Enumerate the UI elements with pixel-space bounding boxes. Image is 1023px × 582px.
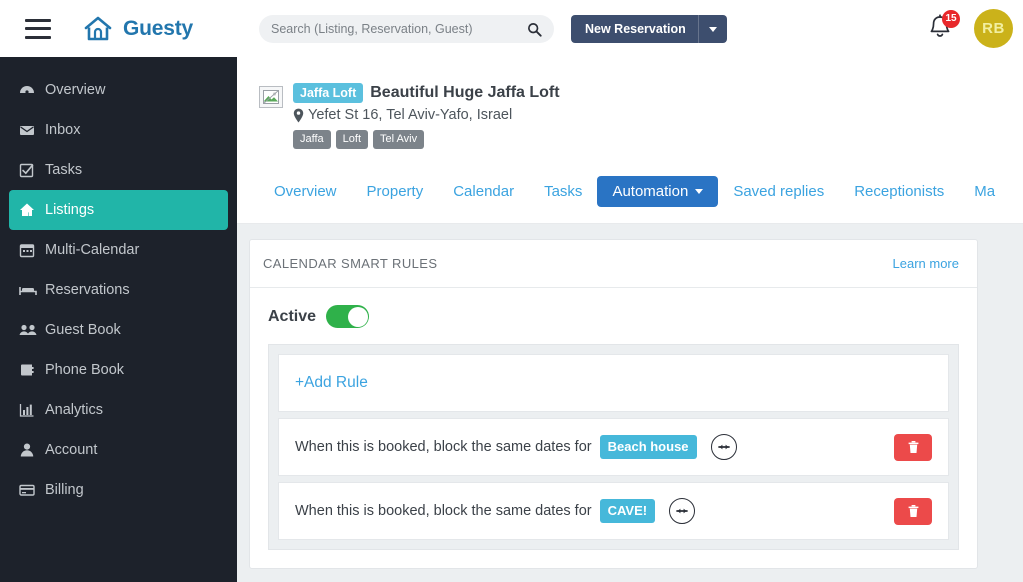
main-content: Jaffa Loft Beautiful Huge Jaffa Loft Yef… (237, 57, 1023, 582)
sidebar-item-label: Overview (45, 82, 105, 98)
avatar[interactable]: RB (974, 9, 1013, 48)
rule-text: When this is booked, block the same date… (295, 439, 592, 455)
sidebar-item-label: Analytics (45, 402, 103, 418)
listing-tags: Jaffa Loft Tel Aviv (293, 130, 560, 148)
sidebar-item-label: Listings (45, 202, 94, 218)
new-reservation-label: New Reservation (571, 22, 698, 36)
calendar-smart-rules-card: CALENDAR SMART RULES Learn more Active +… (249, 239, 978, 569)
sidebar-item-listings[interactable]: Listings (9, 190, 228, 230)
delete-rule-button[interactable] (894, 434, 932, 461)
dashboard-icon (19, 82, 45, 98)
toggle-knob (348, 307, 368, 327)
top-bar: Guesty New Reservation 15 RB (0, 0, 1023, 57)
home-icon (19, 202, 45, 218)
tab-receptionists[interactable]: Receptionists (839, 176, 959, 207)
bidirectional-arrow-icon[interactable] (669, 498, 695, 524)
listing-header: Jaffa Loft Beautiful Huge Jaffa Loft Yef… (237, 57, 1023, 224)
sidebar-item-billing[interactable]: Billing (0, 470, 237, 510)
search-icon[interactable] (527, 22, 542, 37)
trash-icon (908, 505, 919, 518)
envelope-icon (19, 122, 45, 138)
sidebar-item-label: Inbox (45, 122, 80, 138)
address-book-icon (19, 362, 45, 378)
sidebar-item-label: Multi-Calendar (45, 242, 139, 258)
listing-tag: Loft (336, 130, 368, 148)
tab-automation[interactable]: Automation (597, 176, 718, 207)
sidebar-item-phone-book[interactable]: Phone Book (0, 350, 237, 390)
rule-target-badge[interactable]: CAVE! (600, 499, 655, 523)
rule-row: When this is booked, block the same date… (278, 482, 949, 540)
sidebar-item-multi-calendar[interactable]: Multi-Calendar (0, 230, 237, 270)
sidebar-item-tasks[interactable]: Tasks (0, 150, 237, 190)
listing-tag: Jaffa (293, 130, 331, 148)
sidebar-item-label: Phone Book (45, 362, 124, 378)
sidebar-item-analytics[interactable]: Analytics (0, 390, 237, 430)
tab-calendar[interactable]: Calendar (438, 176, 529, 207)
sidebar-item-label: Guest Book (45, 322, 121, 338)
sidebar-item-label: Billing (45, 482, 84, 498)
guesty-house-icon (81, 12, 115, 46)
rule-target-badge[interactable]: Beach house (600, 435, 697, 459)
hamburger-icon[interactable] (25, 19, 51, 39)
page-title: Beautiful Huge Jaffa Loft (370, 84, 559, 102)
active-toggle-row: Active (250, 288, 977, 328)
add-rule-row[interactable]: +Add Rule (278, 354, 949, 412)
add-rule-button[interactable]: +Add Rule (295, 374, 368, 392)
card-header: CALENDAR SMART RULES Learn more (250, 240, 977, 288)
tab-automation-label: Automation (612, 183, 688, 200)
sidebar-item-account[interactable]: Account (0, 430, 237, 470)
learn-more-link[interactable]: Learn more (893, 256, 959, 271)
tab-saved-replies[interactable]: Saved replies (718, 176, 839, 207)
active-label: Active (268, 308, 316, 326)
sidebar-item-guest-book[interactable]: Guest Book (0, 310, 237, 350)
bar-chart-icon (19, 402, 45, 418)
rules-container: +Add Rule When this is booked, block the… (268, 344, 959, 550)
check-square-icon (19, 162, 45, 178)
listing-address: Yefet St 16, Tel Aviv-Yafo, Israel (293, 107, 560, 123)
tab-tasks[interactable]: Tasks (529, 176, 597, 207)
chevron-down-icon (695, 189, 703, 194)
notifications-button[interactable]: 15 (927, 14, 953, 46)
bed-icon (19, 282, 45, 298)
new-reservation-dropdown-toggle[interactable] (699, 27, 727, 32)
notification-count-badge: 15 (942, 10, 960, 28)
user-icon (19, 442, 45, 458)
tab-property[interactable]: Property (352, 176, 439, 207)
tab-overview[interactable]: Overview (259, 176, 352, 207)
rule-text: When this is booked, block the same date… (295, 503, 592, 519)
sidebar-item-reservations[interactable]: Reservations (0, 270, 237, 310)
credit-card-icon (19, 482, 45, 498)
sidebar-item-label: Reservations (45, 282, 130, 298)
sidebar-item-overview[interactable]: Overview (0, 70, 237, 110)
brand-name: Guesty (123, 17, 193, 41)
bidirectional-arrow-icon[interactable] (711, 434, 737, 460)
chevron-down-icon (709, 27, 717, 32)
search-box[interactable] (259, 15, 554, 43)
brand-logo-link[interactable]: Guesty (81, 12, 193, 46)
listing-tabs: Overview Property Calendar Tasks Automat… (259, 176, 1010, 207)
sidebar-item-label: Account (45, 442, 97, 458)
active-toggle[interactable] (326, 305, 369, 328)
rule-row: When this is booked, block the same date… (278, 418, 949, 476)
users-icon (19, 322, 45, 338)
search-input[interactable] (271, 22, 527, 36)
map-pin-icon (293, 108, 304, 123)
broken-image-icon (259, 86, 283, 108)
card-title: CALENDAR SMART RULES (263, 256, 437, 271)
sidebar: Overview Inbox Tasks Listings Multi-Cale… (0, 57, 237, 582)
delete-rule-button[interactable] (894, 498, 932, 525)
listing-address-text: Yefet St 16, Tel Aviv-Yafo, Israel (308, 107, 512, 123)
new-reservation-button[interactable]: New Reservation (571, 15, 727, 43)
sidebar-item-label: Tasks (45, 162, 82, 178)
listing-nickname-badge: Jaffa Loft (293, 83, 363, 103)
tab-marketing[interactable]: Ma (959, 176, 1010, 207)
trash-icon (908, 441, 919, 454)
sidebar-item-inbox[interactable]: Inbox (0, 110, 237, 150)
listing-tag: Tel Aviv (373, 130, 424, 148)
calendar-icon (19, 242, 45, 258)
